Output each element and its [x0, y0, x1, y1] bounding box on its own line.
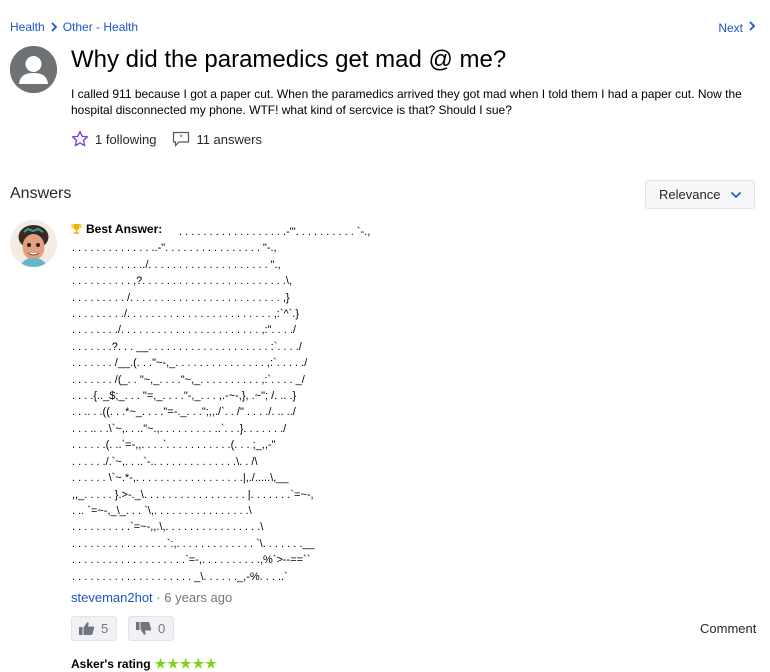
upvote-count: 5	[101, 621, 109, 636]
answer-timestamp: 6 years ago	[164, 590, 233, 605]
byline-separator: ·	[156, 590, 161, 605]
answers-heading: Answers	[10, 185, 72, 202]
chevron-down-icon	[730, 191, 742, 199]
follow-button[interactable]: 1 following	[71, 130, 156, 148]
answer-body: . . . . . . . . . . . . . . . . . .-'". …	[72, 226, 371, 583]
svg-text:*: *	[180, 134, 183, 143]
star-outline-icon	[71, 130, 89, 147]
answer-ascii-art: . . . . . . . . . . . . . . . . . .-'". …	[72, 224, 370, 585]
avatar-image	[10, 220, 57, 267]
user-silhouette-icon	[10, 46, 57, 93]
thumbs-up-icon	[79, 622, 95, 635]
askers-rating: Asker's rating ★★★★★	[71, 656, 218, 672]
following-count: 1 following	[95, 131, 157, 147]
breadcrumb-link-other-health[interactable]: Other - Health	[63, 20, 138, 34]
answerer-name-link[interactable]: steveman2hot	[71, 590, 153, 605]
upvote-button[interactable]: 5	[71, 616, 118, 641]
askers-rating-label: Asker's rating	[71, 657, 151, 671]
next-question-link[interactable]: Next	[718, 20, 756, 35]
downvote-count: 0	[158, 621, 166, 636]
question-meta: 1 following * 11 answers	[71, 130, 278, 148]
breadcrumb-link-health[interactable]: Health	[10, 20, 45, 34]
chevron-right-icon	[49, 21, 59, 33]
question-title: Why did the paramedics get mad @ me?	[71, 46, 507, 73]
thumbs-down-icon	[136, 622, 152, 635]
comment-button[interactable]: Comment	[700, 621, 756, 636]
answerer-avatar[interactable]	[10, 220, 57, 267]
breadcrumb: Health Other - Health	[10, 20, 138, 34]
sort-dropdown[interactable]: Relevance	[645, 180, 755, 209]
answer-byline: steveman2hot · 6 years ago	[71, 590, 232, 605]
downvote-button[interactable]: 0	[128, 616, 175, 641]
sort-label: Relevance	[659, 187, 721, 202]
asker-avatar[interactable]	[10, 46, 57, 93]
rating-stars: ★★★★★	[154, 656, 218, 671]
chevron-right-icon	[748, 20, 756, 35]
next-label: Next	[718, 20, 743, 35]
answers-count-link[interactable]: * 11 answers	[172, 130, 262, 148]
speech-bubble-icon: *	[173, 131, 190, 147]
answers-count: 11 answers	[196, 131, 262, 147]
question-body: I called 911 because I got a paper cut. …	[71, 87, 742, 117]
